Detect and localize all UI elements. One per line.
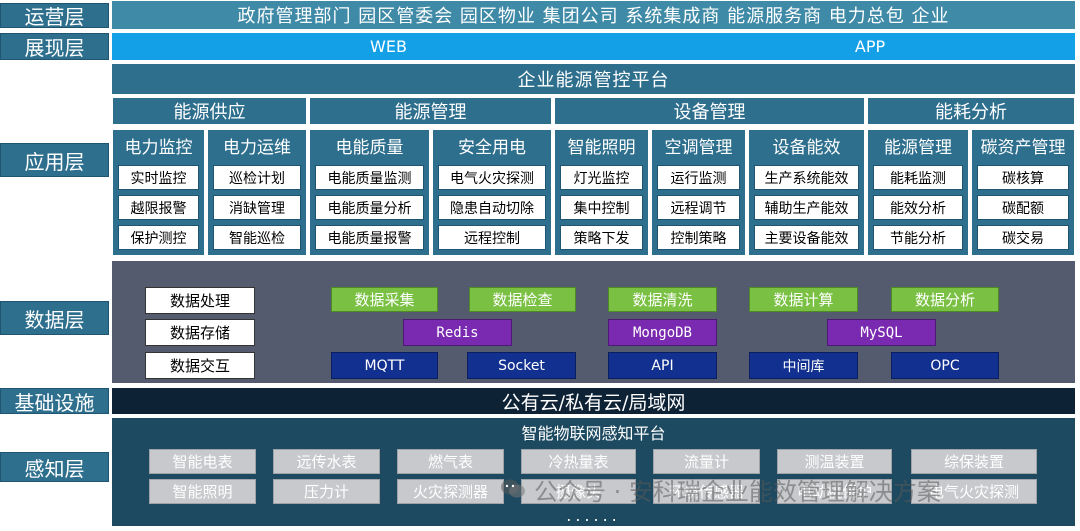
module-item: 电气火灾探测 bbox=[438, 165, 546, 190]
module-item: 能耗监测 bbox=[873, 165, 963, 190]
module-item: 消缺管理 bbox=[213, 195, 301, 220]
sensor-protection: 综保装置 bbox=[911, 449, 1037, 474]
module-item: 隐患自动切除 bbox=[438, 195, 546, 220]
module-item: 集中控制 bbox=[560, 195, 643, 220]
sensor-flow-meter: 流量计 bbox=[653, 449, 760, 474]
module-item: 生产系统能效 bbox=[754, 165, 859, 190]
layer-label-sense: 感知层 bbox=[0, 452, 109, 482]
redis-box: Redis bbox=[403, 319, 512, 346]
sensor-smart-meter: 智能电表 bbox=[149, 449, 256, 474]
sensor-smart-lighting: 智能照明 bbox=[149, 479, 256, 504]
watermark: 公众号 · 安科瑞企业能效管理解决方案 bbox=[500, 472, 1060, 506]
module-power-maintenance: 电力运维 巡检计划 消缺管理 智能巡检 bbox=[207, 129, 307, 256]
module-title: 智能照明 bbox=[567, 137, 636, 158]
module-title: 安全用电 bbox=[458, 137, 526, 158]
module-item: 灯光监控 bbox=[560, 165, 643, 190]
sense-platform-title: 智能物联网感知平台 bbox=[521, 424, 666, 443]
module-item: 实时监控 bbox=[118, 165, 199, 190]
module-equipment-efficiency: 设备能效 生产系统能效 辅助生产能效 主要设备能效 bbox=[748, 129, 865, 256]
layer-label-display: 展现层 bbox=[0, 33, 109, 60]
layer-label-app: 应用层 bbox=[0, 143, 109, 177]
module-smart-lighting: 智能照明 灯光监控 集中控制 策略下发 bbox=[554, 129, 649, 256]
sensor-water-meter: 远传水表 bbox=[273, 449, 380, 474]
data-collect-box: 数据采集 bbox=[331, 287, 438, 312]
sensor-pressure: 压力计 bbox=[273, 479, 380, 504]
module-title: 电能质量 bbox=[335, 137, 404, 158]
module-title: 设备能效 bbox=[772, 137, 841, 158]
module-ac-management: 空调管理 运行监测 远程调节 控制策略 bbox=[651, 129, 746, 256]
sensor-gas-meter: 燃气表 bbox=[397, 449, 504, 474]
module-title: 电力运维 bbox=[223, 137, 291, 158]
watermark-text: 公众号 · 安科瑞企业能效管理解决方案 bbox=[534, 477, 941, 506]
module-safe-electricity: 安全用电 电气火灾探测 隐患自动切除 远程控制 bbox=[432, 129, 552, 256]
category-energy-management: 能源管理 bbox=[309, 97, 552, 125]
sensor-fire-detector: 火灾探测器 bbox=[397, 479, 504, 504]
sensor-heat-meter: 冷热量表 bbox=[521, 449, 636, 474]
module-power-quality: 电能质量 电能质量监测 电能质量分析 电能质量报警 bbox=[309, 129, 430, 256]
module-item: 策略下发 bbox=[560, 225, 643, 250]
display-bar: WEB APP bbox=[112, 33, 1075, 60]
module-title: 碳资产管理 bbox=[980, 137, 1066, 158]
module-energy-management: 能源管理 能耗监测 能效分析 节能分析 bbox=[867, 129, 969, 256]
module-item: 电能质量监测 bbox=[315, 165, 424, 190]
module-item: 碳核算 bbox=[977, 165, 1069, 190]
layer-label-data: 数据层 bbox=[0, 301, 109, 335]
module-title: 空调管理 bbox=[664, 137, 733, 158]
data-interaction-box: 数据交互 bbox=[145, 352, 255, 379]
mysql-box: MySQL bbox=[827, 319, 936, 346]
module-item: 主要设备能效 bbox=[754, 225, 859, 250]
more-indicator: ...... bbox=[566, 505, 621, 525]
module-item: 电能质量报警 bbox=[315, 225, 424, 250]
mongodb-box: MongoDB bbox=[608, 319, 717, 346]
module-item: 能效分析 bbox=[873, 195, 963, 220]
socket-box: Socket bbox=[467, 352, 576, 379]
module-item: 保护测控 bbox=[118, 225, 199, 250]
module-item: 远程调节 bbox=[657, 195, 740, 220]
module-item: 越限报警 bbox=[118, 195, 199, 220]
module-item: 远程控制 bbox=[438, 225, 546, 250]
platform-title: 企业能源管控平台 bbox=[112, 64, 1075, 94]
api-box: API bbox=[608, 352, 717, 379]
category-energy-analysis: 能耗分析 bbox=[867, 97, 1075, 125]
data-check-box: 数据检查 bbox=[469, 287, 576, 312]
category-equipment-management: 设备管理 bbox=[554, 97, 865, 125]
category-energy-supply: 能源供应 bbox=[112, 97, 307, 125]
module-carbon-asset: 碳资产管理 碳核算 碳配额 碳交易 bbox=[971, 129, 1075, 256]
layer-label-infra: 基础设施 bbox=[0, 388, 109, 415]
data-storage-box: 数据存储 bbox=[145, 319, 255, 346]
infra-bar: 公有云/私有云/局域网 bbox=[112, 388, 1075, 414]
module-item: 巡检计划 bbox=[213, 165, 301, 190]
data-analysis-box: 数据分析 bbox=[891, 287, 999, 312]
wechat-icon bbox=[500, 478, 526, 500]
middleware-db-box: 中间库 bbox=[749, 352, 858, 379]
data-compute-box: 数据计算 bbox=[749, 287, 858, 312]
module-item: 智能巡检 bbox=[213, 225, 301, 250]
sensor-temperature: 测温装置 bbox=[777, 449, 892, 474]
module-item: 运行监测 bbox=[657, 165, 740, 190]
data-process-box: 数据处理 bbox=[145, 287, 255, 314]
module-item: 辅助生产能效 bbox=[754, 195, 859, 220]
display-app: APP bbox=[854, 37, 886, 56]
display-web: WEB bbox=[370, 37, 407, 56]
mqtt-box: MQTT bbox=[331, 352, 438, 379]
module-item: 电能质量分析 bbox=[315, 195, 424, 220]
module-title: 能源管理 bbox=[884, 137, 952, 158]
module-title: 电力监控 bbox=[124, 137, 193, 158]
module-item: 控制策略 bbox=[657, 225, 740, 250]
ops-bar: 政府管理部门 园区管委会 园区物业 集团公司 系统集成商 能源服务商 电力总包 … bbox=[112, 1, 1075, 29]
module-item: 碳交易 bbox=[977, 225, 1069, 250]
opc-box: OPC bbox=[891, 352, 999, 379]
layer-label-ops: 运营层 bbox=[0, 3, 109, 29]
module-item: 碳配额 bbox=[977, 195, 1069, 220]
module-item: 节能分析 bbox=[873, 225, 963, 250]
module-power-monitoring: 电力监控 实时监控 越限报警 保护测控 bbox=[112, 129, 205, 256]
data-clean-box: 数据清洗 bbox=[608, 287, 717, 312]
